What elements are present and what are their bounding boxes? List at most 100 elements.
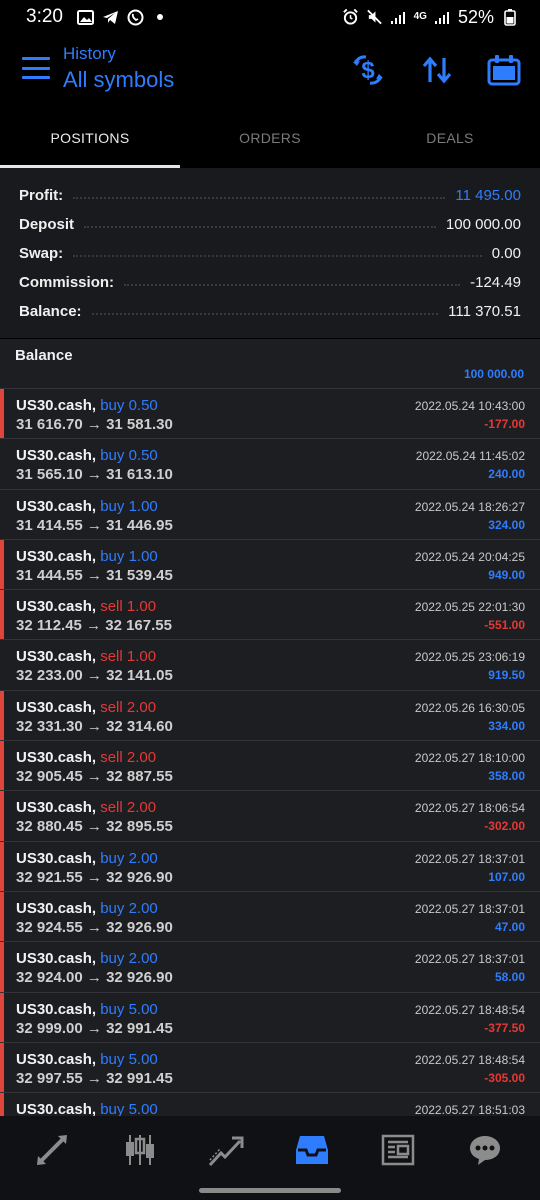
trade-time: 2022.05.27 18:06:54 [414,801,525,816]
title-block[interactable]: History All symbols [63,43,174,95]
nav-quotes[interactable] [30,1130,74,1170]
trade-title: US30.cash, sell 2.00 [16,799,156,816]
trade-profit: -377.50 [484,1020,525,1035]
trade-side: buy 5.00 [100,1000,158,1018]
trade-row[interactable]: US30.cash, buy 1.00 31 414.55 → 31 446.95… [0,490,540,540]
trade-time: 2022.05.24 20:04:25 [414,549,525,564]
trade-time: 2022.05.25 22:01:30 [414,600,525,615]
nav-news[interactable] [376,1130,420,1170]
trade-time: 2022.05.26 16:30:05 [414,700,525,715]
trade-symbol: US30.cash, [16,447,97,465]
battery-icon [501,9,518,26]
tab-positions[interactable]: POSITIONS [0,112,180,168]
signal-icon [390,9,407,26]
status-bar: 3:20 4G 52% [0,0,540,34]
dotted-leader [73,254,482,257]
trade-row[interactable]: US30.cash, buy 5.00 32 997.55 → 32 991.45… [0,1042,540,1094]
trade-side: buy 2.00 [100,849,158,867]
balance-entry[interactable]: Balance 100 000.00 [0,339,540,389]
trade-side: buy 0.50 [100,397,158,414]
trade-profit: -551.00 [484,618,525,633]
summary-row-deposit: Deposit 100 000.00 [0,210,540,239]
messages-icon [470,1136,500,1165]
trade-time: 2022.05.25 23:06:19 [414,650,525,665]
nav-chart[interactable] [118,1130,162,1170]
trade-row[interactable]: US30.cash, sell 1.00 32 112.45 → 32 167.5… [0,590,540,641]
trade-profit: 240.00 [488,467,525,482]
summary-label: Profit: [19,187,64,204]
trade-prices: 32 112.45 → 32 167.55 [16,617,172,635]
trade-row[interactable]: US30.cash, sell 2.00 32 331.30 → 32 314.6… [0,690,540,742]
summary-row-balance: Balance: 111 370.51 [0,297,540,326]
trade-title: US30.cash, buy 5.00 [16,1001,158,1018]
page-subtitle: History [63,44,116,63]
tab-orders[interactable]: ORDERS [180,112,360,168]
home-indicator[interactable] [199,1188,341,1193]
summary-label: Balance: [19,303,82,320]
trade-side: sell 2.00 [100,698,157,716]
trade-symbol: US30.cash, [16,950,97,968]
trade-symbol: US30.cash, [16,1050,97,1068]
trade-prices: 32 999.00 → 32 991.45 [16,1019,173,1037]
trade-symbol: US30.cash, [16,849,97,867]
trade-title: US30.cash, buy 1.00 [16,548,158,565]
trade-symbol: US30.cash, [16,749,97,767]
dot-icon [152,9,169,26]
trade-title: US30.cash, buy 5.00 [16,1101,158,1116]
trade-row[interactable]: US30.cash, buy 5.00 2022.05.27 18:51:03 [0,1093,540,1116]
trade-side: sell 2.00 [100,799,157,817]
trade-prices: 32 233.00 → 32 141.05 [16,667,173,685]
battery-percent: 52% [457,6,494,27]
trade-title: US30.cash, buy 2.00 [16,950,158,967]
signal-icon-2 [434,9,451,26]
dotted-leader [91,312,439,315]
trade-side: sell 1.00 [100,648,157,666]
nav-history[interactable] [290,1130,334,1170]
trade-row[interactable]: US30.cash, buy 2.00 32 924.55 → 32 926.90… [0,891,540,943]
quotes-icon [37,1135,67,1165]
currency-exchange-icon[interactable]: $ [350,52,386,88]
tab-deals[interactable]: DEALS [360,112,540,168]
trade-title: US30.cash, sell 2.00 [16,699,156,716]
trade-row[interactable]: US30.cash, buy 0.50 31 565.10 → 31 613.10… [0,439,540,490]
trade-prices: 32 921.55 → 32 926.90 [16,868,173,886]
alarm-icon [342,8,359,26]
trade-time: 2022.05.27 18:51:03 [414,1103,525,1116]
trade-time: 2022.05.27 18:48:54 [414,1052,525,1067]
trade-side: buy 0.50 [100,447,158,465]
trade-row[interactable]: US30.cash, sell 1.00 32 233.00 → 32 141.0… [0,640,540,691]
status-time: 3:20 [26,6,63,27]
summary-value: 11 495.00 [455,187,521,204]
trade-row[interactable]: US30.cash, buy 1.00 31 444.55 → 31 539.45… [0,539,540,591]
trade-row[interactable]: US30.cash, sell 2.00 32 905.45 → 32 887.5… [0,741,540,792]
bottom-navigation [0,1116,540,1200]
trade-side: buy 2.00 [100,950,158,968]
trade-prices: 32 905.45 → 32 887.55 [16,768,173,786]
summary-label: Commission: [19,274,115,291]
positions-list[interactable]: Balance 100 000.00 US30.cash, buy 0.50 31… [0,339,540,1116]
trade-row[interactable]: US30.cash, buy 5.00 32 999.00 → 32 991.45… [0,992,540,1043]
chart-icon [126,1135,154,1165]
app-header: History All symbols $ [0,34,540,112]
menu-button[interactable] [22,57,50,79]
trade-row[interactable]: US30.cash, buy 0.50 31 616.70 → 31 581.30… [0,389,540,440]
trade-row[interactable]: US30.cash, buy 2.00 32 921.55 → 32 926.90… [0,841,540,892]
trade-profit: -305.00 [484,1070,525,1085]
summary-value: -124.49 [470,274,521,291]
nav-trade[interactable] [204,1130,248,1170]
trade-row[interactable]: US30.cash, buy 2.00 32 924.00 → 32 926.90… [0,942,540,993]
trade-prices: 31 565.10 → 31 613.10 [16,466,173,484]
nav-messages[interactable] [463,1130,507,1170]
calendar-icon[interactable] [486,52,522,88]
news-icon [381,1134,415,1166]
trade-time: 2022.05.27 18:37:01 [414,901,525,916]
balance-entry-label: Balance [15,347,73,364]
trade-side: buy 5.00 [100,1101,158,1116]
page-title: All symbols [63,67,175,92]
gallery-icon [76,9,94,26]
trade-title: US30.cash, buy 2.00 [16,850,158,867]
trade-row[interactable]: US30.cash, sell 2.00 32 880.45 → 32 895.5… [0,791,540,842]
trade-symbol: US30.cash, [16,899,97,917]
trade-prices: 32 880.45 → 32 895.55 [16,818,173,836]
sort-icon[interactable] [419,52,455,88]
